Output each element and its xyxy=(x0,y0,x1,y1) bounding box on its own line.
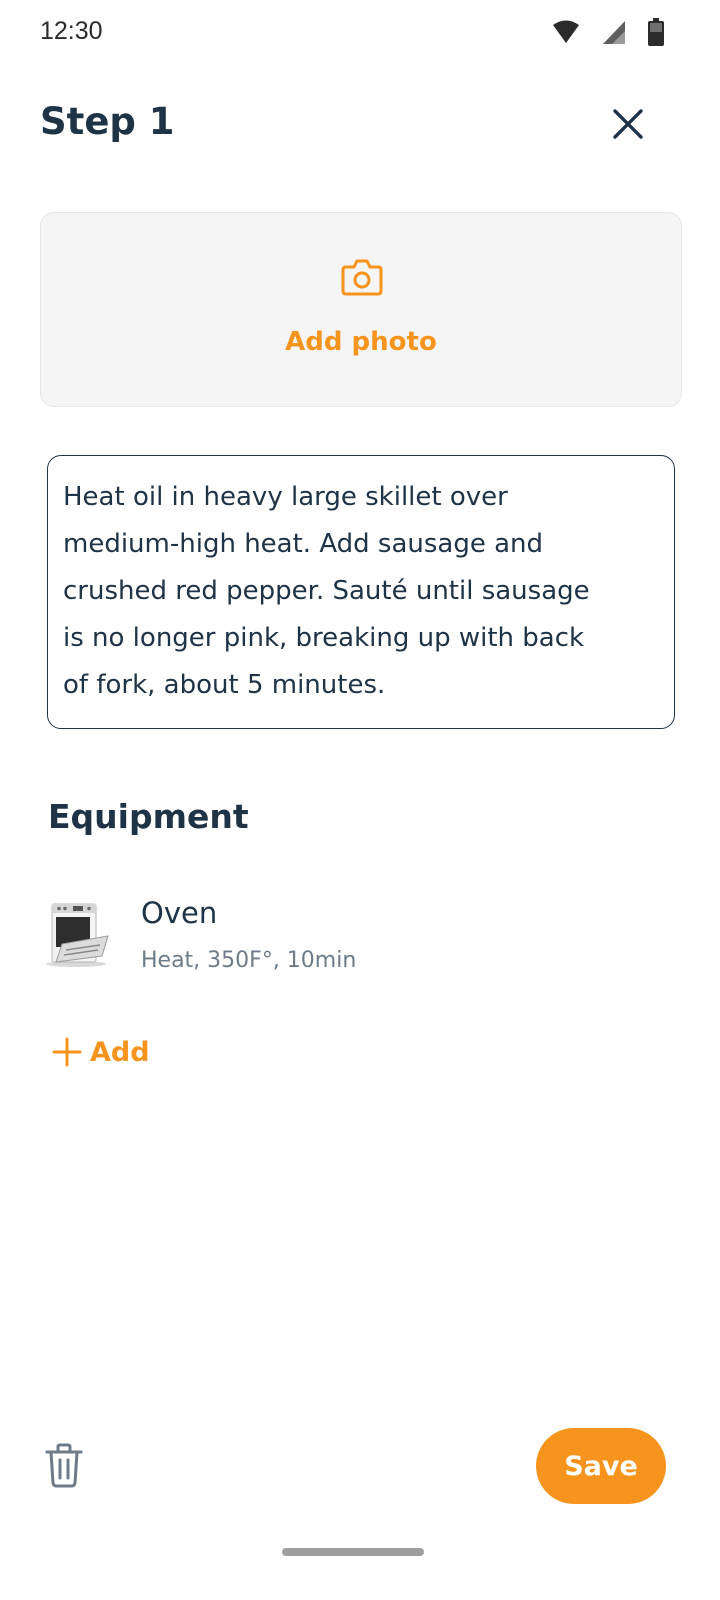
step-editor-screen: 12:30 Step 1 Add photo Heat oil in heavy… xyxy=(0,0,720,1600)
description-line: Heat oil in heavy large skillet over xyxy=(63,482,508,512)
equipment-detail: Heat, 350F°, 10min xyxy=(141,948,357,973)
add-equipment-label: Add xyxy=(90,1036,150,1068)
add-photo-label: Add photo xyxy=(285,327,437,357)
description-line: crushed red pepper. Sauté until sausage xyxy=(63,576,590,606)
add-photo-button[interactable]: Add photo xyxy=(40,212,682,407)
step-description-field[interactable]: Heat oil in heavy large skillet over med… xyxy=(47,455,675,729)
cellular-signal-icon xyxy=(602,19,626,45)
camera-icon xyxy=(341,259,383,296)
delete-step-button[interactable] xyxy=(40,1440,88,1492)
equipment-item-oven[interactable]: Oven Heat, 350F°, 10min xyxy=(40,890,680,986)
wifi-icon xyxy=(552,19,580,45)
equipment-heading: Equipment xyxy=(48,797,249,836)
equipment-name: Oven xyxy=(141,896,218,930)
add-equipment-button[interactable]: Add xyxy=(52,1030,150,1074)
oven-image xyxy=(46,903,109,967)
battery-icon xyxy=(648,18,664,46)
description-line: is no longer pink, breaking up with back xyxy=(63,623,585,653)
plus-icon xyxy=(52,1037,82,1067)
trash-icon xyxy=(45,1443,83,1488)
status-bar: 12:30 xyxy=(0,0,720,64)
status-icons xyxy=(552,18,664,46)
home-indicator[interactable] xyxy=(282,1548,424,1556)
close-button[interactable] xyxy=(596,92,660,156)
status-time: 12:30 xyxy=(40,17,103,45)
close-icon xyxy=(613,109,643,139)
description-line: of fork, about 5 minutes. xyxy=(63,670,386,700)
description-line: medium-high heat. Add sausage and xyxy=(63,529,544,559)
save-button[interactable]: Save xyxy=(536,1428,666,1504)
page-title: Step 1 xyxy=(40,100,175,143)
